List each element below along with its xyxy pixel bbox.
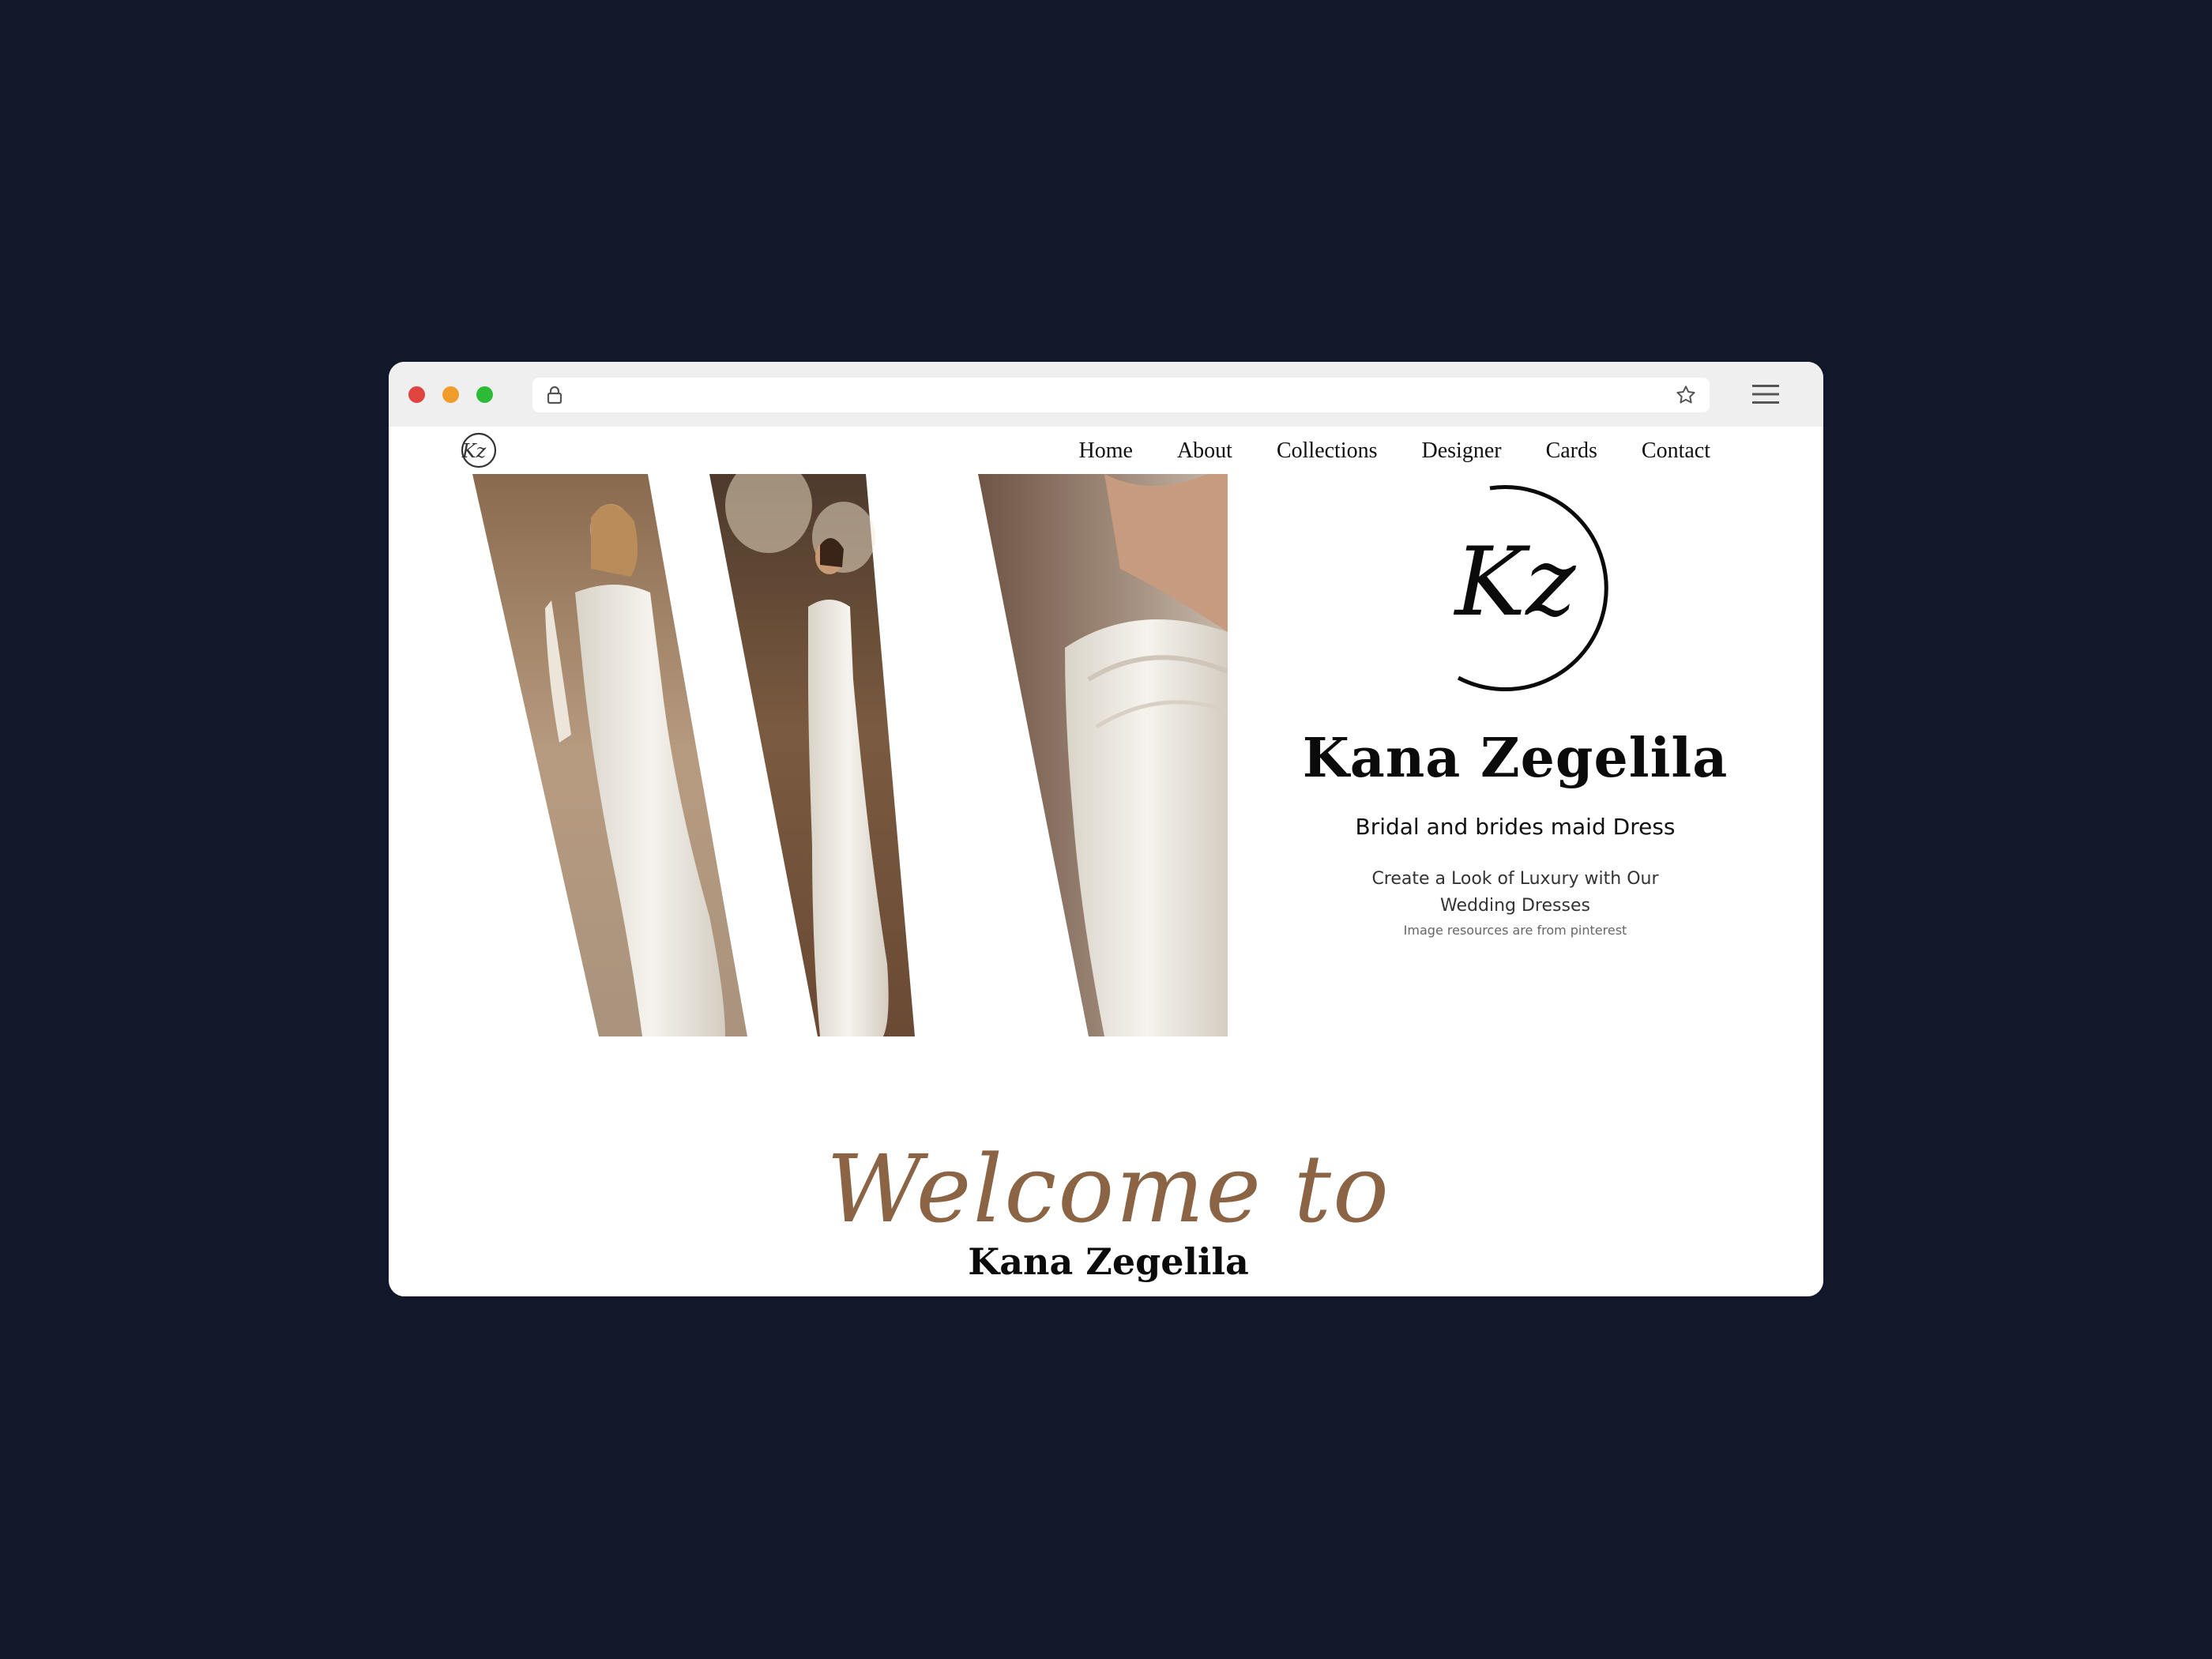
close-window-button[interactable] bbox=[408, 386, 425, 403]
maximize-window-button[interactable] bbox=[476, 386, 493, 403]
bookmark-star-icon[interactable] bbox=[1675, 384, 1697, 406]
lock-icon bbox=[547, 386, 562, 404]
brand-title: Kana Zegelila bbox=[1302, 727, 1729, 790]
nav-logo-text: Kz bbox=[461, 440, 487, 462]
browser-toolbar bbox=[389, 362, 1823, 427]
browser-window: Kz Home About Collections Designer Cards… bbox=[389, 362, 1823, 1296]
minimize-window-button[interactable] bbox=[442, 386, 459, 403]
welcome-brand-name: Kana Zegelila bbox=[968, 1240, 1249, 1283]
web-page: Kz Home About Collections Designer Cards… bbox=[393, 427, 1823, 1296]
dress-photo-3 bbox=[978, 474, 1228, 1036]
brand-subtitle: Bridal and brides maid Dress bbox=[1355, 814, 1676, 840]
brand-logo: Kz bbox=[1405, 485, 1608, 691]
nav-home[interactable]: Home bbox=[1079, 430, 1133, 472]
nav-about[interactable]: About bbox=[1177, 430, 1232, 472]
dress-photo-2 bbox=[709, 474, 915, 1036]
brand-description: Create a Look of Luxury with Our Wedding… bbox=[1371, 869, 1659, 916]
image-credit-note: Image resources are from pinterest bbox=[1403, 923, 1627, 938]
nav-logo[interactable]: Kz bbox=[455, 431, 499, 470]
hero-photo-collage bbox=[472, 474, 1228, 1036]
brand-logo-text: Kz bbox=[1454, 528, 1577, 638]
address-bar[interactable] bbox=[532, 378, 1710, 412]
hamburger-menu-icon[interactable] bbox=[1752, 383, 1779, 405]
welcome-heading: Welcome to bbox=[826, 1134, 1391, 1243]
dress-photo-1 bbox=[472, 474, 747, 1036]
brand-panel: Kz Kana Zegelila Bridal and brides maid … bbox=[1247, 427, 1784, 1059]
